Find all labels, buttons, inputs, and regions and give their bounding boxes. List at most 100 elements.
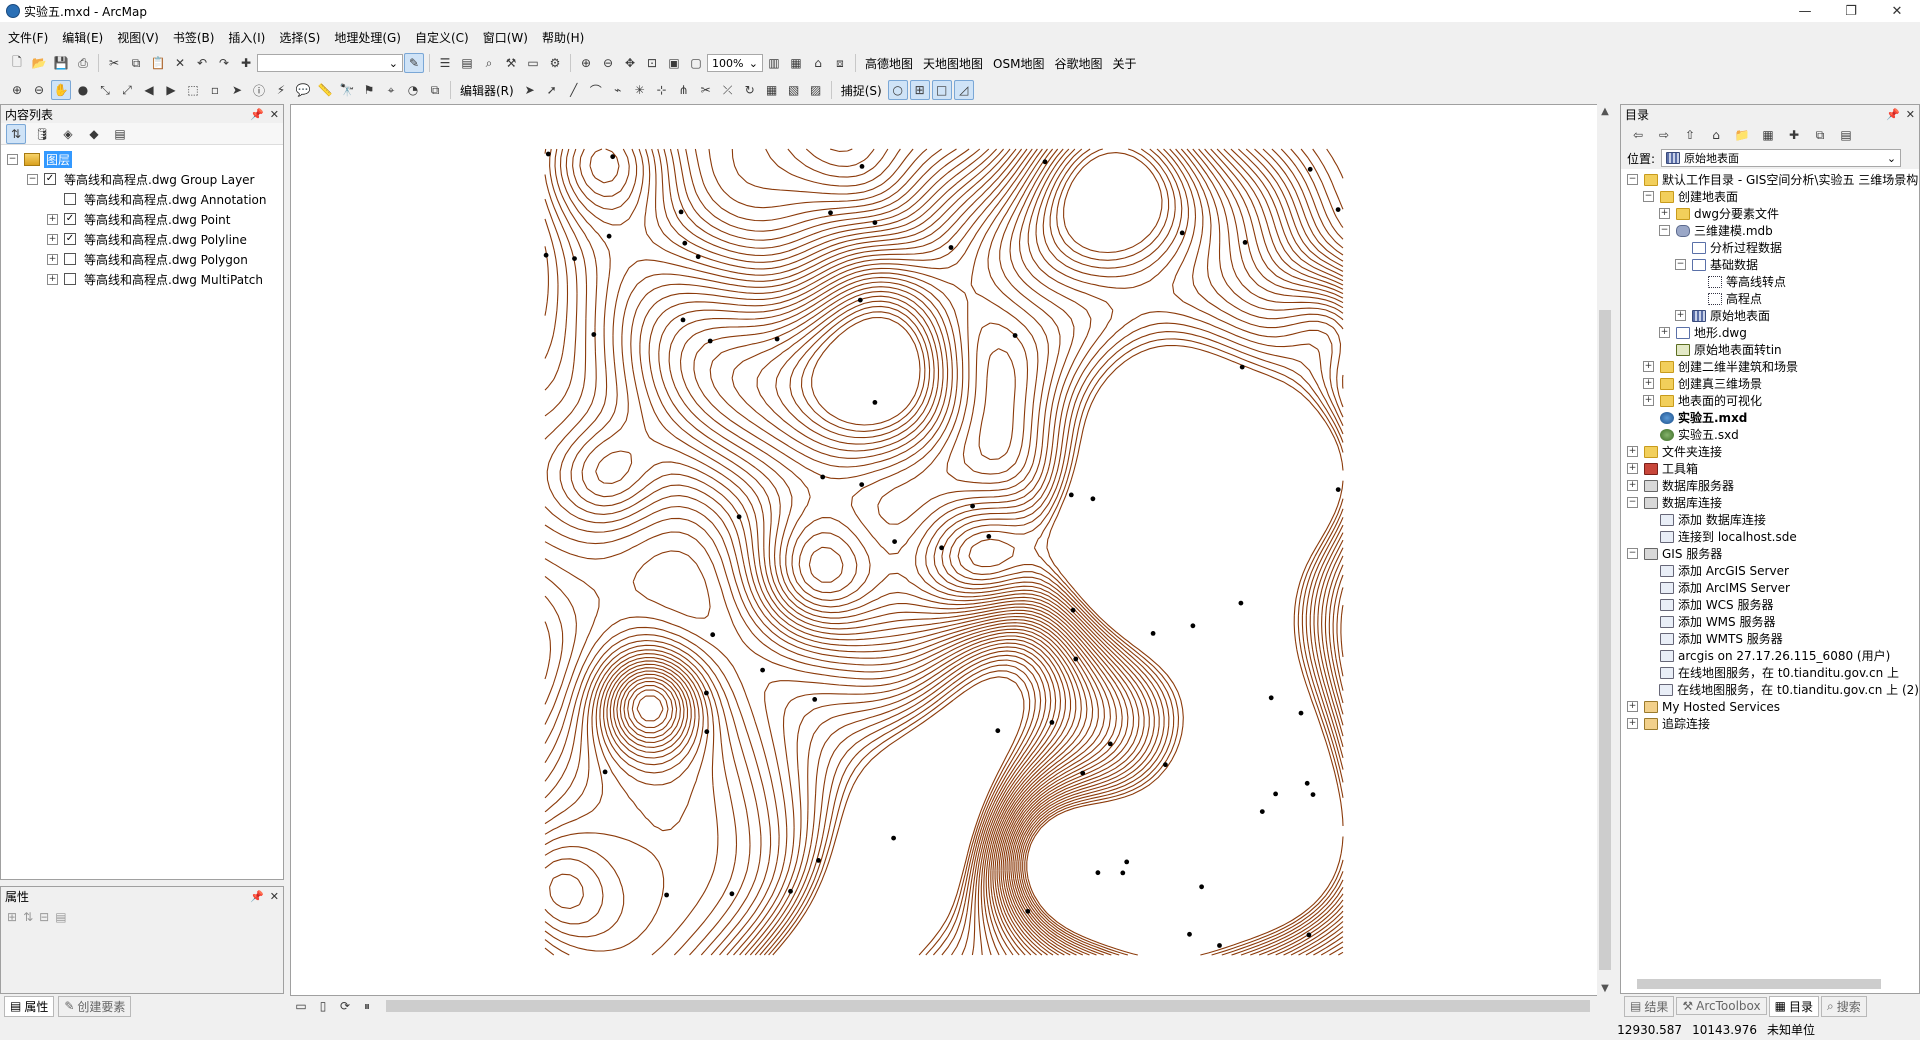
plugin-menu-tianditu[interactable]: 天地图地图 [923,55,983,72]
layer-checkbox[interactable]: ✓ [64,233,76,245]
up-one-level-icon[interactable]: ⇧ [1680,125,1700,145]
minimize-button[interactable]: — [1782,0,1828,22]
contour-map[interactable] [291,105,1597,993]
select-elements-icon[interactable]: ➤ [227,80,247,100]
toc-layer-point[interactable]: + ✓ 等高线和高程点.dwg Point [7,209,283,229]
menu-edit[interactable]: 编辑(E) [62,29,103,46]
new-item-icon[interactable]: ✚ [1784,125,1804,145]
collapse-icon[interactable]: − [7,153,18,165]
forward-icon[interactable]: ⇨ [1654,125,1674,145]
arctoolbox-icon[interactable]: ⚒ [501,53,521,73]
scroll-up-icon[interactable]: ▲ [1597,106,1613,117]
catalog-item[interactable]: 添加 WCS 服务器 [1627,596,1919,613]
toc-layer-multipatch[interactable]: + 等高线和高程点.dwg MultiPatch [7,269,283,289]
open-icon[interactable]: 📂 [29,53,49,73]
cut-icon[interactable]: ✂ [104,53,124,73]
list-by-source-icon[interactable]: 🛢 [32,124,52,144]
list-by-drawing-order-icon[interactable]: ⇅ [6,123,26,144]
expand-icon[interactable]: + [1627,718,1638,729]
catalog-item[interactable]: + 数据库服务器 [1627,477,1919,494]
options-icon[interactable]: ▤ [110,124,130,144]
back-icon[interactable]: ◀ [139,80,159,100]
layer-checkbox[interactable]: ✓ [64,213,76,225]
tab-results[interactable]: ▤ 结果 [1624,995,1675,1017]
pin-icon[interactable]: 📌 [250,890,264,903]
expand-icon[interactable]: + [1643,395,1654,406]
reshape-icon[interactable]: ⋔ [674,80,694,100]
new-icon[interactable]: 🗋 [7,53,27,73]
catalog-item[interactable]: 添加 WMTS 服务器 [1627,630,1919,647]
menu-selection[interactable]: 选择(S) [279,29,320,46]
model-builder-icon[interactable]: ⚙ [545,53,565,73]
expand-icon[interactable]: + [47,253,58,265]
identify-icon[interactable]: ⓘ [249,80,269,100]
table-of-contents-icon[interactable]: ☰ [435,53,455,73]
sketch-properties-icon[interactable]: ▧ [784,80,804,100]
full-extent-icon[interactable]: ● [73,80,93,100]
catalog-item[interactable]: + My Hosted Services [1627,698,1919,715]
location-combo[interactable]: 原始地表面 ⌄ [1661,149,1902,167]
catalog-item[interactable]: 分析过程数据 [1627,239,1919,256]
expand-icon[interactable]: + [1675,310,1686,321]
expand-icon[interactable]: + [1643,378,1654,389]
catalog-item[interactable]: − 基础数据 [1627,256,1919,273]
catalog-item[interactable]: − 三维建模.mdb [1627,222,1919,239]
straight-segment-icon[interactable]: ╱ [564,80,584,100]
layer-checkbox[interactable] [64,273,76,285]
catalog-item[interactable]: 等高线转点 [1627,273,1919,290]
catalog-item[interactable]: 添加 数据库连接 [1627,511,1919,528]
toc-root[interactable]: − 图层 [7,149,283,169]
fixed-zoom-in-icon[interactable]: ⤡ [95,80,115,100]
tab-arctoolbox[interactable]: ⚒ ArcToolbox [1676,997,1767,1015]
catalog-item[interactable]: + dwg分要素文件 [1627,205,1919,222]
change-layout-icon[interactable]: ⌂ [808,53,828,73]
expand-icon[interactable]: + [47,273,58,285]
find-route-icon[interactable]: ⚑ [359,80,379,100]
collapse-icon[interactable]: − [1643,191,1654,202]
catalog-item[interactable]: + 创建真三维场景 [1627,375,1919,392]
list-by-visibility-icon[interactable]: ◈ [58,124,78,144]
collapse-icon[interactable]: − [1659,225,1670,236]
options-icon[interactable]: ▤ [1836,125,1856,145]
scroll-thumb[interactable] [386,1000,1590,1012]
save-icon[interactable]: 💾 [51,53,71,73]
catalog-item[interactable]: + 地形.dwg [1627,324,1919,341]
python-icon[interactable]: ▭ [523,53,543,73]
paste-icon[interactable]: 📋 [148,53,168,73]
hyperlink-icon[interactable]: ⚡ [271,80,291,100]
layer-checkbox[interactable] [64,193,76,205]
layer-checkbox[interactable] [64,253,76,265]
pan-icon[interactable]: ✋ [51,80,71,100]
view-icon[interactable]: ▤ [55,910,66,924]
catalog-item[interactable]: + 创建二维半建筑和场景 [1627,358,1919,375]
expand-icon[interactable]: + [47,213,58,225]
close-button[interactable]: ✕ [1874,0,1920,22]
catalog-item[interactable]: 在线地图服务，在 t0.tianditu.gov.cn 上 [1627,664,1919,681]
menu-file[interactable]: 文件(F) [8,29,48,46]
collapse-icon[interactable]: − [27,173,38,185]
layout-zoom-out-icon[interactable]: ⊖ [598,53,618,73]
catalog-item[interactable]: + 原始地表面 [1627,307,1919,324]
clear-selection-icon[interactable]: ▫ [205,80,225,100]
expand-icon[interactable]: + [1627,446,1638,457]
connect-folder-icon[interactable]: 📁 [1732,125,1752,145]
catalog-item[interactable]: 实验五.sxd [1627,426,1919,443]
data-view-icon[interactable]: ▯ [313,996,333,1016]
create-features-icon[interactable]: ▨ [806,80,826,100]
zoom-in-icon[interactable]: ⊕ [7,80,27,100]
toc-layer-polyline[interactable]: + ✓ 等高线和高程点.dwg Polyline [7,229,283,249]
layout-fixed-zoom-icon[interactable]: ⊡ [642,53,662,73]
attributes-icon[interactable]: ▦ [762,80,782,100]
maximize-button[interactable]: ❐ [1828,0,1874,22]
tab-properties[interactable]: ▤ 属性 [4,995,55,1017]
edge-snapping-icon[interactable]: ◿ [953,80,974,100]
catalog-item[interactable]: 添加 ArcIMS Server [1627,579,1919,596]
catalog-item[interactable]: 添加 WMS 服务器 [1627,613,1919,630]
rotate-icon[interactable]: ↻ [740,80,760,100]
redo-icon[interactable]: ↷ [214,53,234,73]
menu-windows[interactable]: 窗口(W) [483,29,528,46]
expand-icon[interactable]: + [1627,463,1638,474]
pin-icon[interactable]: 📌 [250,108,264,121]
toggle-draft-icon[interactable]: ▥ [764,53,784,73]
catalog-item[interactable]: − 数据库连接 [1627,494,1919,511]
